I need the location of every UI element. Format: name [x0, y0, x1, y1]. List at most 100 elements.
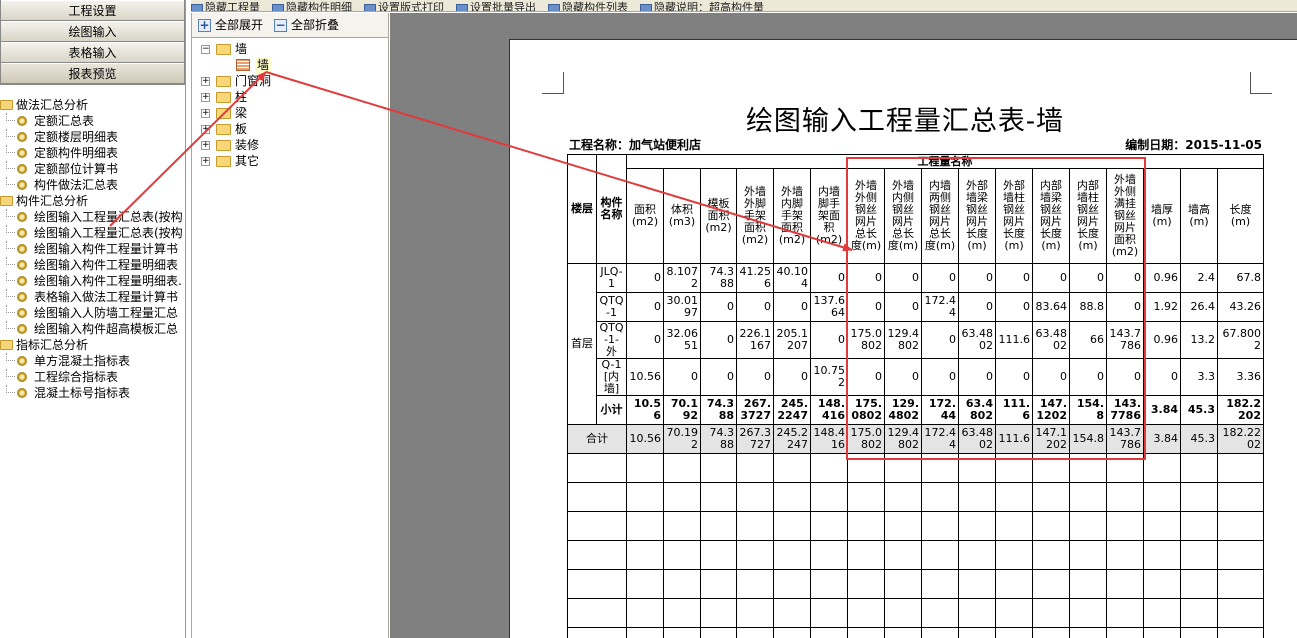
expand-icon[interactable]: + [201, 109, 210, 118]
tree-item[interactable]: 定额楼层明细表 [0, 129, 186, 145]
subtotal-cell: 70.192 [663, 395, 701, 425]
empty-cell [810, 569, 848, 599]
empty-cell [1069, 511, 1107, 541]
expand-all-button[interactable]: + 全部展开 [198, 17, 263, 34]
minus-icon: − [274, 18, 287, 32]
collapse-all-button[interactable]: − 全部折叠 [274, 17, 339, 34]
value-cell: 0 [921, 321, 959, 359]
expand-icon[interactable]: + [201, 157, 210, 166]
component-name-header: 构件名称 [596, 154, 627, 264]
empty-cell [773, 598, 811, 628]
expand-icon[interactable]: + [201, 93, 210, 102]
left-navigation-panel: 工程设置 绘图输入 表格输入 报表预览 做法汇总分析 定额汇总表 定额楼层明细表 定额构件明… [0, 0, 186, 638]
component-tree-node[interactable]: + 板 [192, 121, 388, 137]
component-tree-node[interactable]: + 其它 [192, 153, 388, 169]
tree-item[interactable]: 定额构件明细表 [0, 145, 186, 161]
value-cell: 0.96 [1143, 321, 1181, 359]
empty-cell [773, 540, 811, 570]
tree-item[interactable]: 绘图输入构件工程量明细表 [0, 257, 186, 273]
value-cell: 0 [958, 263, 996, 293]
component-tree-label: 其它 [235, 154, 260, 168]
value-cell: 0 [884, 292, 922, 322]
empty-cell [1217, 540, 1264, 570]
value-cell: 0 [1069, 263, 1107, 293]
nav-button[interactable]: 工程设置 [1, 0, 184, 21]
empty-cell [773, 511, 811, 541]
subtotal-cell: 147.1202 [1032, 395, 1070, 425]
value-cell: 0 [995, 292, 1033, 322]
tree-item[interactable]: 绘图输入人防墙工程量汇总 [0, 305, 186, 321]
tree-item[interactable]: 绘图输入工程量汇总表(按构 [0, 225, 186, 241]
expand-icon[interactable]: + [201, 125, 210, 134]
component-name-cell: Q-1[内墙] [596, 358, 627, 396]
value-cell: 0 [884, 358, 922, 396]
collapse-icon[interactable]: − [201, 45, 210, 54]
value-cell: 0 [736, 358, 774, 396]
component-tree-node[interactable]: + 装修 [192, 137, 388, 153]
value-cell: 13.2 [1180, 321, 1218, 359]
tree-item[interactable]: 绘图输入构件工程量明细表. [0, 273, 186, 289]
column-header: 外墙外脚手架面积(m2) [736, 168, 774, 264]
tree-item[interactable]: 绘图输入构件超高模板汇总 [0, 321, 186, 337]
empty-cell [921, 482, 959, 512]
component-tree-leaf[interactable]: 墙 [192, 57, 388, 73]
report-toolbar: 隐藏工程量 隐藏构件明细 设置版式打印 设置批量导出 隐藏构件列表 隐藏说明：超高构件量 [191, 0, 1297, 12]
tree-group[interactable]: 做法汇总分析 [0, 97, 186, 113]
empty-cell [567, 627, 627, 638]
empty-cell [1069, 627, 1107, 638]
nav-button[interactable]: 报表预览 [1, 63, 184, 84]
empty-cell [1143, 569, 1181, 599]
component-tree-node[interactable]: + 梁 [192, 105, 388, 121]
empty-cell [626, 482, 664, 512]
empty-cell [700, 453, 737, 483]
nav-button[interactable]: 表格输入 [1, 42, 184, 63]
empty-cell [995, 482, 1033, 512]
empty-cell [958, 511, 996, 541]
empty-row [567, 540, 1264, 570]
component-tree-node[interactable]: + 门窗洞 [192, 73, 388, 89]
empty-cell [1106, 511, 1144, 541]
empty-cell [1143, 598, 1181, 628]
toolbar-button[interactable]: 隐藏构件明细 [272, 2, 352, 11]
tree-connector [6, 129, 15, 137]
report-preview-area[interactable]: 绘图输入工程量汇总表-墙 工程名称：加气站便利店 编制日期：2015-11-05… [390, 13, 1297, 638]
expand-icon[interactable]: + [201, 77, 210, 86]
tree-group[interactable]: 构件汇总分析 [0, 193, 186, 209]
component-tree-node[interactable]: − 墙 [192, 41, 388, 57]
toolbar-button[interactable]: 设置版式打印 [364, 2, 444, 11]
tree-item-label: 混凝土标号指标表 [34, 386, 131, 400]
toolbar-button[interactable]: 设置批量导出 [456, 2, 536, 11]
tree-item[interactable]: 绘图输入工程量汇总表(按构 [0, 209, 186, 225]
component-tree-node[interactable]: + 柱 [192, 89, 388, 105]
tree-item[interactable]: 定额部位计算书 [0, 161, 186, 177]
empty-cell [567, 453, 627, 483]
empty-cell [847, 540, 885, 570]
report-icon [17, 372, 27, 382]
tree-item[interactable]: 单方混凝土指标表 [0, 353, 186, 369]
nav-button[interactable]: 绘图输入 [1, 21, 184, 42]
empty-cell [773, 627, 811, 638]
toolbar-button[interactable]: 隐藏构件列表 [548, 2, 628, 11]
tree-item[interactable]: 工程综合指标表 [0, 369, 186, 385]
value-cell: 0 [847, 292, 885, 322]
tree-group[interactable]: 指标汇总分析 [0, 337, 186, 353]
tree-item[interactable]: 定额汇总表 [0, 113, 186, 129]
tree-item[interactable]: 混凝土标号指标表 [0, 385, 186, 401]
report-icon [17, 180, 27, 190]
empty-cell [921, 540, 959, 570]
empty-cell [736, 482, 774, 512]
empty-cell [736, 453, 774, 483]
expand-icon[interactable]: + [201, 141, 210, 150]
empty-cell [1180, 482, 1218, 512]
value-cell: 0 [1106, 358, 1144, 396]
subtotal-cell: 148.416 [810, 395, 848, 425]
tree-item[interactable]: 表格输入做法工程量计算书 [0, 289, 186, 305]
tree-item[interactable]: 构件做法汇总表 [0, 177, 186, 193]
empty-cell [663, 627, 701, 638]
value-cell: 205.1207 [773, 321, 811, 359]
table-row: 首层 JLQ-1 0 8.1072 74.388 41.256 40.104 0 0 0 0 0 0 0 0… [567, 263, 1264, 425]
toolbar-button[interactable]: 隐藏工程量 [191, 2, 260, 11]
tree-item[interactable]: 绘图输入构件工程量计算书 [0, 241, 186, 257]
folder-icon [216, 76, 231, 87]
toolbar-button[interactable]: 隐藏说明：超高构件量 [640, 2, 764, 11]
